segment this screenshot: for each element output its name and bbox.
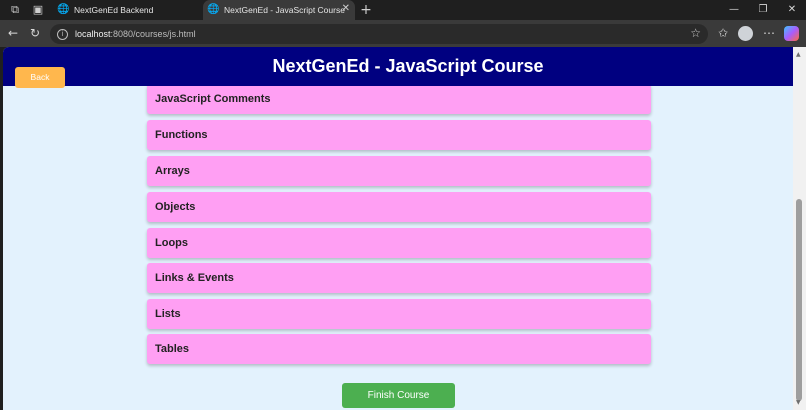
tab-nextgened-backend[interactable]: 🌐 NextGenEd Backend — [53, 0, 201, 20]
close-window-icon[interactable]: ✕ — [784, 2, 800, 18]
minimize-icon[interactable]: — — [726, 2, 742, 18]
copilot-icon[interactable] — [784, 26, 799, 41]
favorite-star-icon[interactable]: ☆ — [690, 26, 701, 40]
topic-links-events[interactable]: Links & Events — [147, 263, 651, 293]
topic-functions[interactable]: Functions — [147, 120, 651, 150]
favorites-icon[interactable]: ✩ — [715, 25, 731, 41]
profile-avatar[interactable] — [738, 26, 753, 41]
close-tab-icon[interactable]: ✕ — [342, 3, 350, 14]
url-path: :8080/courses/js.html — [110, 29, 196, 39]
tab-title: NextGenEd - JavaScript Course — [224, 5, 345, 15]
tab-title: NextGenEd Backend — [74, 5, 154, 15]
page-header: NextGenEd - JavaScript Course — [3, 47, 793, 86]
topic-javascript-comments[interactable]: JavaScript Comments — [147, 84, 651, 114]
url-field[interactable]: i localhost:8080/courses/js.html ☆ — [50, 24, 708, 44]
refresh-icon[interactable]: ↻ — [27, 25, 43, 41]
page-scrollbar[interactable]: ▲ ▼ — [793, 47, 806, 410]
back-icon[interactable]: ← — [5, 25, 21, 41]
tab-strip: ⧉ ▣ 🌐 NextGenEd Backend 🌐 NextGenEd - Ja… — [0, 0, 806, 20]
topic-loops[interactable]: Loops — [147, 228, 651, 258]
address-bar: ← ↻ i localhost:8080/courses/js.html ☆ ✩… — [0, 20, 806, 47]
scroll-down-icon[interactable]: ▼ — [796, 399, 801, 406]
topic-lists[interactable]: Lists — [147, 299, 651, 329]
scroll-thumb[interactable] — [796, 199, 802, 401]
globe-icon: 🌐 — [57, 4, 70, 15]
topic-tables[interactable]: Tables — [147, 334, 651, 364]
back-button[interactable]: Back — [15, 67, 65, 88]
finish-course-button[interactable]: Finish Course — [342, 383, 455, 408]
page-viewport: JavaScript Comments Functions Arrays Obj… — [3, 47, 793, 410]
url-host: localhost — [75, 29, 111, 39]
topic-objects[interactable]: Objects — [147, 192, 651, 222]
tab-actions-icon[interactable]: ▣ — [30, 2, 46, 18]
workspaces-icon[interactable]: ⧉ — [7, 2, 23, 18]
site-info-icon[interactable]: i — [57, 28, 68, 40]
tab-javascript-course[interactable]: 🌐 NextGenEd - JavaScript Course ✕ — [203, 0, 355, 20]
scroll-up-icon[interactable]: ▲ — [796, 51, 801, 58]
page-title: NextGenEd - JavaScript Course — [272, 56, 544, 76]
topic-arrays[interactable]: Arrays — [147, 156, 651, 186]
menu-icon[interactable]: ⋯ — [761, 25, 777, 41]
maximize-icon[interactable]: ❐ — [755, 2, 771, 18]
new-tab-icon[interactable]: + — [358, 2, 374, 18]
globe-icon: 🌐 — [207, 4, 220, 15]
